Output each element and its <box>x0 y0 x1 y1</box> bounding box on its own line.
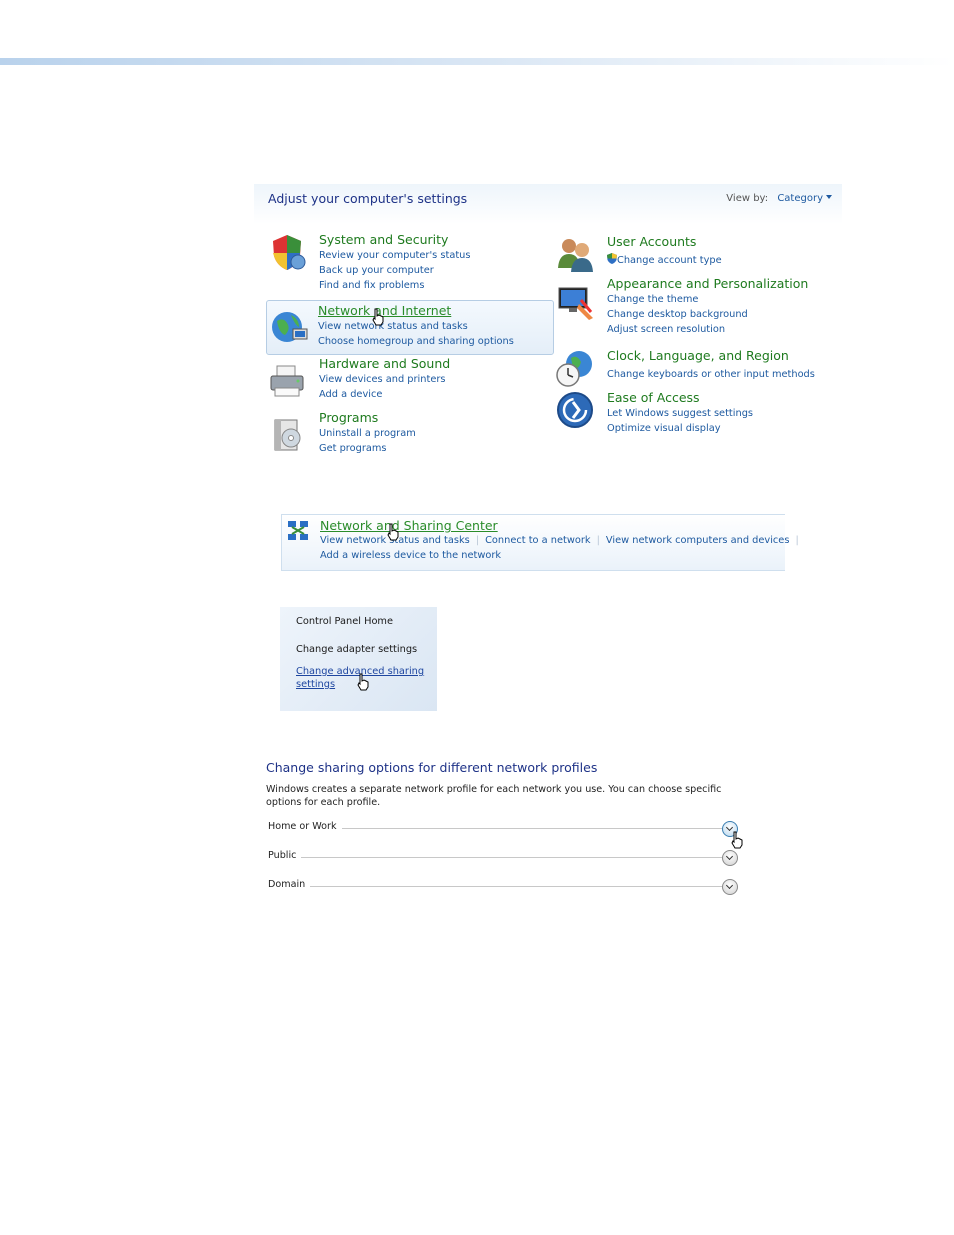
expand-chevron-icon[interactable] <box>722 879 738 895</box>
change-adapter-settings-link[interactable]: Change adapter settings <box>296 644 417 655</box>
category-title[interactable]: System and Security <box>319 232 470 248</box>
link-review-status[interactable]: Review your computer's status <box>319 248 470 263</box>
link-label: Change account type <box>617 255 722 266</box>
link-separator: | <box>795 535 799 546</box>
profile-public[interactable]: Public <box>268 850 742 866</box>
clock-globe-icon <box>556 351 592 387</box>
section-title: Change sharing options for different net… <box>266 760 598 775</box>
link-screen-resolution[interactable]: Adjust screen resolution <box>607 322 808 337</box>
profile-home-work[interactable]: Home or Work <box>268 821 742 837</box>
category-title[interactable]: Hardware and Sound <box>319 356 450 372</box>
view-by-value: Category <box>777 193 823 204</box>
link-find-fix[interactable]: Find and fix problems <box>319 278 470 293</box>
control-panel-sidebar: Control Panel Home Change adapter settin… <box>280 607 437 711</box>
category-programs[interactable]: Programs Uninstall a program Get program… <box>267 410 537 456</box>
category-system-security[interactable]: System and Security Review your computer… <box>267 232 537 292</box>
section-description: Windows creates a separate network profi… <box>266 784 722 808</box>
category-title[interactable]: Network and Internet <box>318 303 514 319</box>
category-clock-language[interactable]: Clock, Language, and Region Change keybo… <box>555 348 840 388</box>
divider <box>268 886 722 887</box>
advanced-sharing-panel: Change sharing options for different net… <box>266 758 746 898</box>
view-by: View by: Category <box>726 193 832 204</box>
profile-domain[interactable]: Domain <box>268 879 742 895</box>
dropdown-arrow-icon <box>826 195 832 199</box>
category-title[interactable]: User Accounts <box>607 234 722 250</box>
network-globe-icon <box>272 312 308 342</box>
network-map-icon <box>288 521 308 540</box>
network-sharing-center-link[interactable]: Network and Sharing Center <box>320 518 498 533</box>
hand-cursor-icon <box>387 523 399 541</box>
category-title[interactable]: Programs <box>319 410 416 426</box>
page-header-bar <box>0 58 954 65</box>
link-change-theme[interactable]: Change the theme <box>607 292 808 307</box>
view-by-dropdown[interactable]: Category <box>777 193 832 204</box>
link-devices-printers[interactable]: View devices and printers <box>319 372 450 387</box>
appearance-icon <box>558 287 593 320</box>
link-view-network-status[interactable]: View network status and tasks <box>318 319 514 334</box>
profile-label: Domain <box>268 879 311 890</box>
link-get-programs[interactable]: Get programs <box>319 441 416 456</box>
category-title[interactable]: Ease of Access <box>607 390 753 406</box>
category-appearance[interactable]: Appearance and Personalization Change th… <box>555 276 840 336</box>
link-network-computers[interactable]: View network computers and devices <box>606 535 790 546</box>
shield-icon <box>273 235 306 270</box>
profile-label: Home or Work <box>268 821 342 832</box>
uac-shield-icon <box>607 253 617 264</box>
programs-icon <box>274 419 301 451</box>
category-ease-of-access[interactable]: Ease of Access Let Windows suggest setti… <box>555 390 840 436</box>
category-user-accounts[interactable]: User Accounts Change account type <box>555 234 835 274</box>
category-title[interactable]: Appearance and Personalization <box>607 276 808 292</box>
ease-of-access-icon <box>557 392 593 428</box>
control-panel-home-link[interactable]: Control Panel Home <box>296 616 393 627</box>
view-by-label: View by: <box>726 193 769 204</box>
category-hardware-sound[interactable]: Hardware and Sound View devices and prin… <box>267 356 537 402</box>
link-optimize-display[interactable]: Optimize visual display <box>607 421 753 436</box>
printer-icon <box>270 365 304 397</box>
link-desktop-background[interactable]: Change desktop background <box>607 307 808 322</box>
hand-cursor-icon <box>372 308 384 326</box>
category-title[interactable]: Clock, Language, and Region <box>607 348 815 364</box>
link-separator: | <box>596 535 600 546</box>
link-uninstall[interactable]: Uninstall a program <box>319 426 416 441</box>
hand-cursor-icon <box>731 831 743 849</box>
profile-label: Public <box>268 850 302 861</box>
link-connect-network[interactable]: Connect to a network <box>485 535 590 546</box>
link-backup[interactable]: Back up your computer <box>319 263 470 278</box>
page-title: Adjust your computer's settings <box>268 191 468 206</box>
expand-chevron-icon[interactable] <box>722 850 738 866</box>
divider <box>268 857 722 858</box>
link-homegroup[interactable]: Choose homegroup and sharing options <box>318 334 514 349</box>
link-add-device[interactable]: Add a device <box>319 387 450 402</box>
category-network-internet[interactable]: Network and Internet View network status… <box>266 300 554 355</box>
network-sharing-center-item[interactable]: Network and Sharing Center View network … <box>281 514 799 571</box>
users-icon <box>558 239 593 272</box>
control-panel-window: Adjust your computer's settings View by:… <box>254 184 842 474</box>
link-separator: | <box>475 535 480 546</box>
link-windows-suggest[interactable]: Let Windows suggest settings <box>607 406 753 421</box>
link-change-account-type[interactable]: Change account type <box>607 253 722 268</box>
hand-cursor-icon <box>357 673 369 691</box>
link-keyboards[interactable]: Change keyboards or other input methods <box>607 367 815 382</box>
link-add-wireless-device[interactable]: Add a wireless device to the network <box>320 550 501 561</box>
